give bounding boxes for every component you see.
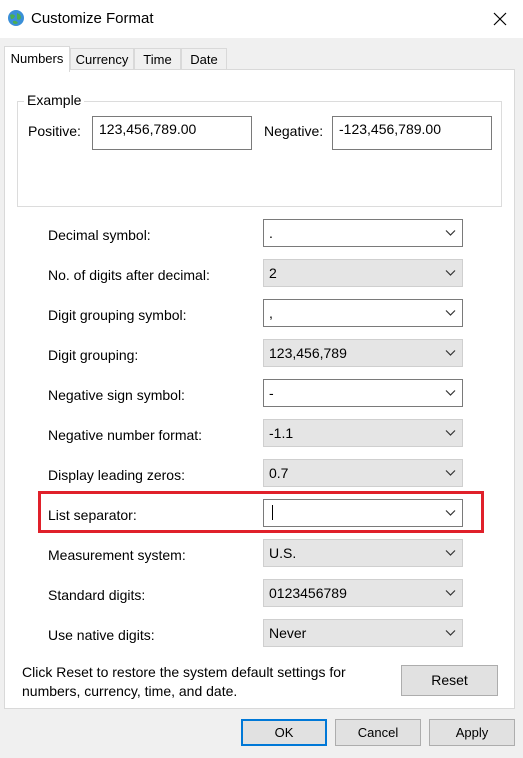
standard-digits-label: Standard digits:: [48, 587, 146, 603]
digit-grouping-symbol-label: Digit grouping symbol:: [48, 307, 187, 323]
digits-after-decimal-label: No. of digits after decimal:: [48, 267, 210, 283]
cancel-button[interactable]: Cancel: [335, 719, 421, 746]
standard-digits-value: 0123456789: [269, 585, 347, 601]
negative-sign-symbol-label: Negative sign symbol:: [48, 387, 185, 403]
chevron-down-icon: [445, 270, 456, 276]
digits-after-decimal-value: 2: [269, 265, 277, 281]
negative-label: Negative:: [264, 123, 324, 139]
tab-numbers[interactable]: Numbers: [4, 46, 70, 72]
digit-grouping-combo[interactable]: 123,456,789: [263, 339, 463, 367]
use-native-digits-value: Never: [269, 625, 307, 641]
decimal-symbol-value: .: [269, 225, 273, 241]
decimal-symbol-label: Decimal symbol:: [48, 227, 151, 243]
chevron-down-icon: [445, 430, 456, 436]
negative-example-field: -123,456,789.00: [332, 116, 492, 150]
chevron-down-icon: [445, 630, 456, 636]
digit-grouping-symbol-combo[interactable]: ,: [263, 299, 463, 327]
display-leading-zeros-label: Display leading zeros:: [48, 467, 185, 483]
display-leading-zeros-combo[interactable]: 0.7: [263, 459, 463, 487]
positive-label: Positive:: [28, 123, 81, 139]
measurement-system-combo[interactable]: U.S.: [263, 539, 463, 567]
decimal-symbol-combo[interactable]: .: [263, 219, 463, 247]
measurement-system-label: Measurement system:: [48, 547, 186, 563]
tab-date[interactable]: Date: [181, 48, 227, 70]
chevron-down-icon: [445, 550, 456, 556]
digits-after-decimal-combo[interactable]: 2: [263, 259, 463, 287]
chevron-down-icon: [445, 230, 456, 236]
negative-sign-symbol-value: -: [269, 385, 274, 401]
digit-grouping-label: Digit grouping:: [48, 347, 139, 363]
close-icon: [493, 12, 507, 26]
chevron-down-icon: [445, 390, 456, 396]
close-button[interactable]: [477, 0, 523, 38]
tab-currency[interactable]: Currency: [70, 48, 134, 70]
tab-time[interactable]: Time: [134, 48, 181, 70]
apply-button[interactable]: Apply: [429, 719, 515, 746]
use-native-digits-combo[interactable]: Never: [263, 619, 463, 647]
digit-grouping-symbol-value: ,: [269, 305, 273, 321]
chevron-down-icon: [445, 470, 456, 476]
window-title: Customize Format: [31, 10, 154, 27]
ok-button[interactable]: OK: [241, 719, 327, 746]
display-leading-zeros-value: 0.7: [269, 465, 289, 481]
positive-example-field: 123,456,789.00: [92, 116, 252, 150]
title-bar: Customize Format: [0, 0, 523, 38]
measurement-system-value: U.S.: [269, 545, 297, 561]
reset-button[interactable]: Reset: [401, 665, 498, 696]
reset-description: Click Reset to restore the system defaul…: [22, 664, 346, 699]
negative-number-format-combo[interactable]: -1.1: [263, 419, 463, 447]
globe-icon: [8, 10, 24, 26]
chevron-down-icon: [445, 350, 456, 356]
digit-grouping-value: 123,456,789: [269, 345, 347, 361]
negative-sign-symbol-combo[interactable]: -: [263, 379, 463, 407]
list-separator-highlight: [38, 491, 484, 533]
negative-number-format-label: Negative number format:: [48, 427, 203, 443]
standard-digits-combo[interactable]: 0123456789: [263, 579, 463, 607]
chevron-down-icon: [445, 310, 456, 316]
chevron-down-icon: [445, 590, 456, 596]
use-native-digits-label: Use native digits:: [48, 627, 155, 643]
negative-number-format-value: -1.1: [269, 425, 294, 441]
example-group-title: Example: [24, 92, 85, 108]
